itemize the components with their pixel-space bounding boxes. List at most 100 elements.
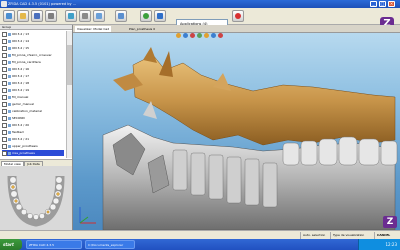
mesh-icon [8,123,11,127]
refresh-button[interactable] [140,10,152,22]
tree-item-label: upper_prosthesis [12,144,38,148]
open-icon [20,13,26,19]
checkbox[interactable] [2,94,7,100]
checkbox[interactable] [2,143,7,149]
mesh-icon [8,53,11,57]
maximize-button[interactable]: □ [379,1,386,7]
mesh-icon [8,74,11,78]
axis-gizmo [79,207,96,224]
tree-item-label: ON 3.2 / 15 [12,46,30,50]
status-cancel[interactable]: CANCEL [374,232,392,239]
home-button[interactable] [3,10,15,22]
scan-button[interactable] [65,10,77,22]
dental-arch-illustration [0,166,72,230]
settings-icon [82,13,88,19]
refresh-icon [143,13,149,19]
checkbox[interactable] [2,122,7,128]
arch-preview [0,166,72,230]
status-auto-selection: Auto. selection [300,232,327,239]
mesh-icon [8,39,11,43]
tree-item[interactable]: ON 3.2 / 18 [2,80,64,86]
tree-item[interactable]: Testbed [2,129,64,135]
scrollbar-thumb[interactable] [67,45,72,85]
system-tray: 12:23 [358,239,400,250]
tree-item-label: fill_pinna_chiarro_crosover [12,53,52,57]
tree-scrollbar[interactable] [66,31,72,158]
mesh-icon [8,88,11,92]
tree-item[interactable]: fill_pinna_chiarro_crosover [2,52,64,58]
checkbox[interactable] [2,66,7,72]
tree-item[interactable]: ON 3.2 / 20 [2,122,64,128]
save-button[interactable] [31,10,43,22]
checkbox[interactable] [2,115,7,121]
mesh-icon [8,67,11,71]
checkbox[interactable] [2,150,7,156]
taskbar: start ZFIDA CAD 4.3.5 C:\Documents_explo… [0,239,400,250]
3d-viewport[interactable]: Visualizer: Model Cad Plan_prosthesis 0 [73,25,400,230]
checkbox[interactable] [2,59,7,65]
print-button[interactable] [45,10,57,22]
export-button[interactable] [115,10,127,22]
tree-item[interactable]: fill_pinna_carottera [2,59,64,65]
checkbox[interactable] [2,80,7,86]
mesh-icon [8,151,11,155]
tree-item[interactable]: upper_prosthesis [2,143,64,149]
checkbox[interactable] [2,129,7,135]
task-zfida-cad[interactable]: ZFIDA CAD 4.3.5 [26,240,82,249]
close-button[interactable]: × [388,1,395,7]
task-explorer[interactable]: C:\Documents_explorer [85,240,135,249]
help-button[interactable] [154,10,166,22]
tree-item-label: ON 3.2 / 18 [12,81,30,85]
tree-item[interactable]: mss_prosthesis [2,150,64,156]
mesh-icon [8,109,11,113]
checkbox[interactable] [2,87,7,93]
tree-item[interactable]: calibration_material [2,108,64,114]
window-title: ZFIDA CAD 4.3.5 (0101) powered by ... [8,2,76,6]
tree-item[interactable]: ON 3.2 / 19 [2,87,64,93]
model-tree: ON 3.2 / 13 ON 3.2 / 14 ON 3.2 / 15 fill_pi… [0,31,66,158]
mesh-icon [8,102,11,106]
start-button[interactable]: start [0,239,22,250]
tree-item[interactable]: ON 3.2 / 14 [2,38,64,44]
tree-item-label: ON 3.2 / 19 [12,88,30,92]
tree-item[interactable]: ON 3.2 / 13 [2,31,64,37]
scan-icon [68,13,74,19]
tree-item[interactable]: ON 3.2 / 15 [2,45,64,51]
checkbox[interactable] [2,108,7,114]
help-icon [157,13,163,19]
checkbox[interactable] [2,45,7,51]
minimize-button[interactable]: _ [370,1,377,7]
home-icon [6,13,12,19]
tree-item-label: ON 3.2 / 14 [12,39,30,43]
print-icon [48,13,54,19]
open-button[interactable] [17,10,29,22]
mesh-icon [8,81,11,85]
panel-header: Group [0,25,72,30]
clock: 12:23 [385,242,397,247]
tree-item[interactable]: ON 3.2 / 21 [2,136,64,142]
checkbox[interactable] [2,38,7,44]
tree-item[interactable]: gemic_manual [2,101,64,107]
stop-icon [235,13,241,19]
stop-button[interactable] [232,10,244,22]
tree-item[interactable]: fill_manual [2,94,64,100]
checkbox[interactable] [2,101,7,107]
tree-item-label: mss_prosthesis [12,151,35,155]
tree-item[interactable]: SECOND [2,115,64,121]
checkbox[interactable] [2,31,7,37]
mesh-icon [8,144,11,148]
tree-item[interactable]: ON 3.2 / 16 [2,66,64,72]
checkbox[interactable] [2,52,7,58]
checkbox[interactable] [2,136,7,142]
dental-3d-model [102,47,398,230]
view-button[interactable] [93,10,105,22]
mesh-icon [8,95,11,99]
tree-item[interactable]: ON 3.2 / 17 [2,73,64,79]
tree-item-label: ON 3.2 / 17 [12,74,30,78]
checkbox[interactable] [2,73,7,79]
tree-item-label: SECOND [12,116,25,120]
tree-item-label: fill_pinna_carottera [12,60,41,64]
app-icon [1,1,7,7]
settings-button[interactable] [79,10,91,22]
export-icon [118,13,124,19]
